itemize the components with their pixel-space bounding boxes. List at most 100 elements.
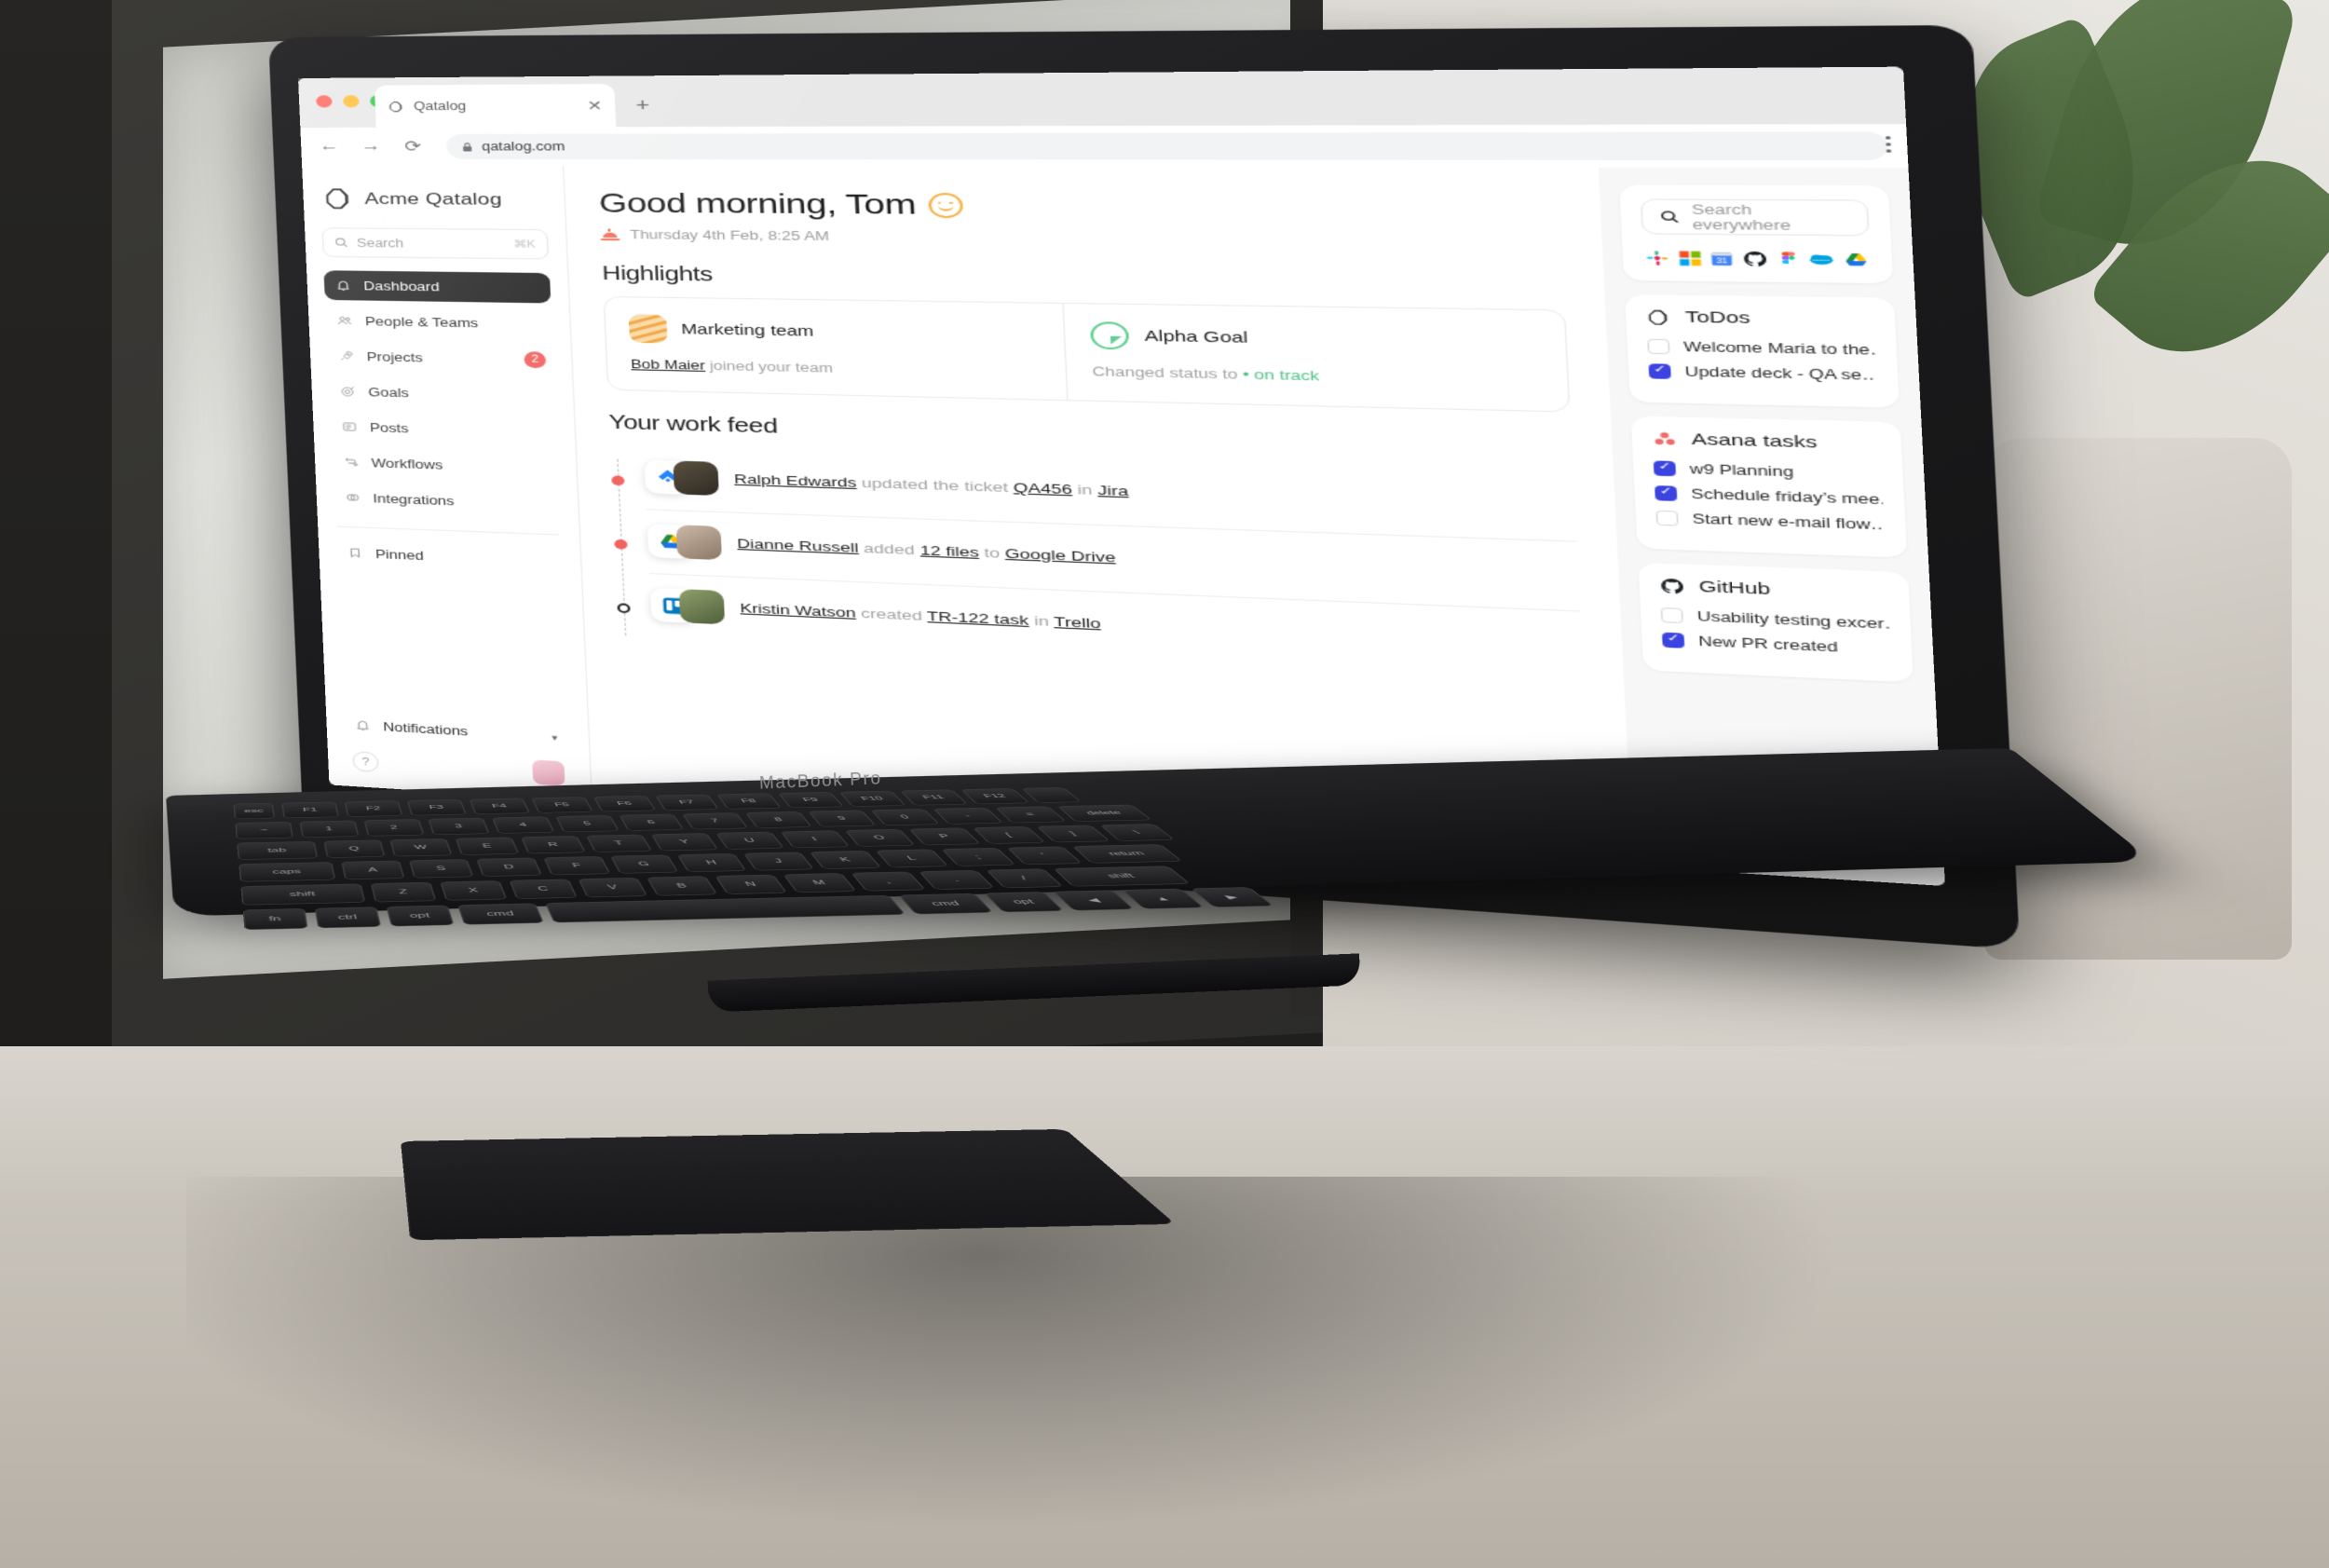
sidebar-divider [337, 526, 559, 536]
browser-tab[interactable]: Qatalog ✕ [375, 84, 617, 128]
actor-link[interactable]: Kristin Watson [740, 600, 856, 620]
sidebar-item-pinned[interactable]: Pinned [335, 538, 564, 577]
object-link[interactable]: 12 files [919, 542, 979, 560]
highlight-card-marketing-team[interactable]: Marketing team Bob Maier joined your tea… [605, 297, 1067, 400]
slack-icon[interactable] [1644, 249, 1670, 266]
highlight-action: joined your team [710, 359, 834, 375]
todo-item[interactable]: Update deck - QA se… [1649, 363, 1877, 383]
reload-button[interactable]: ⟳ [399, 137, 427, 157]
actor-link[interactable]: Bob Maier [631, 358, 706, 373]
date-text: Thursday 4th Feb, 8:25 AM [630, 228, 829, 244]
help-circle-icon[interactable]: ? [352, 751, 379, 772]
sidebar-item-label: Integrations [373, 492, 455, 508]
close-window-button[interactable] [316, 95, 333, 107]
microsoft-icon[interactable] [1677, 249, 1703, 266]
object-link[interactable]: QA456 [1013, 480, 1072, 497]
checkbox[interactable] [1661, 607, 1683, 623]
minimize-window-button[interactable] [343, 95, 360, 107]
checkbox[interactable] [1662, 633, 1684, 648]
task-item[interactable]: Start new e-mail flow… [1655, 511, 1885, 533]
place-link[interactable]: Google Drive [1004, 546, 1116, 566]
task-item[interactable]: Schedule friday’s mee… [1655, 485, 1884, 508]
projects-badge: 2 [524, 351, 546, 368]
sidebar-item-label: Posts [370, 420, 409, 435]
sidebar-item-workflows[interactable]: Workflows [332, 447, 559, 484]
brand-name: Acme Qatalog [364, 189, 502, 209]
github-item[interactable]: New PR created [1662, 633, 1891, 658]
highlight-subtext: Changed status to • on track [1092, 364, 1540, 388]
checkbox[interactable] [1654, 460, 1676, 476]
highlights-heading: Highlights [602, 263, 1565, 298]
highlight-title: Alpha Goal [1144, 328, 1248, 347]
feed-prep: to [984, 545, 1001, 561]
user-avatar [675, 525, 722, 560]
timeline-dot [611, 475, 624, 485]
checkbox[interactable] [1647, 339, 1669, 355]
tab-title: Qatalog [414, 99, 578, 113]
browser-menu-button[interactable] [1886, 136, 1891, 153]
github-icon[interactable] [1742, 250, 1768, 267]
widget-github: GitHub Usability testing excer… New PR c… [1638, 563, 1914, 683]
forward-button[interactable]: → [357, 138, 385, 156]
sidebar: Acme Qatalog Search ⌘K Dashboard People … [302, 166, 592, 801]
checkbox[interactable] [1649, 363, 1671, 379]
search-input[interactable]: Search ⌘K [321, 227, 549, 259]
feed-text: Kristin Watson created TR-122 task in Tr… [740, 598, 1101, 634]
search-icon [334, 238, 348, 248]
salesforce-icon[interactable]: salesforce [1807, 250, 1835, 268]
actor-link[interactable]: Dianne Russell [737, 536, 859, 555]
status-prefix: Changed status to [1092, 364, 1238, 382]
search-widget: Search everywhere 31 salesforce [1619, 184, 1893, 283]
highlight-title: Marketing team [681, 321, 814, 339]
close-tab-button[interactable]: ✕ [587, 99, 603, 113]
figma-icon[interactable] [1775, 250, 1801, 267]
sunrise-icon [600, 228, 620, 241]
brand[interactable]: Acme Qatalog [322, 186, 547, 211]
todo-item[interactable]: Welcome Maria to the… [1647, 339, 1875, 359]
feed-text: Dianne Russell added 12 files to Google … [737, 534, 1116, 568]
highlight-header: Marketing team [629, 314, 1040, 350]
sidebar-item-posts[interactable]: Posts [330, 412, 557, 448]
widget-asana: Asana tasks w9 Planning Schedule friday’… [1631, 416, 1908, 557]
sidebar-item-dashboard[interactable]: Dashboard [323, 270, 551, 303]
github-item[interactable]: Usability testing excer… [1661, 607, 1890, 632]
checkbox[interactable] [1655, 485, 1677, 501]
place-link[interactable]: Jira [1097, 483, 1129, 499]
sidebar-item-goals[interactable]: Goals [328, 376, 555, 412]
task-label: Start new e-mail flow… [1692, 511, 1885, 533]
search-everywhere-input[interactable]: Search everywhere [1641, 198, 1870, 236]
greeting-text: Good morning, Tom [598, 187, 917, 221]
integrations-icon [345, 491, 361, 504]
chevron-down-icon[interactable]: ▾ [543, 729, 565, 747]
sidebar-item-people-teams[interactable]: People & Teams [325, 306, 552, 339]
search-placeholder: Search [357, 236, 505, 251]
task-item[interactable]: w9 Planning [1654, 460, 1883, 482]
address-bar[interactable]: qatalog.com [446, 131, 1888, 160]
sidebar-item-notifications[interactable]: Notifications ▾ [343, 709, 571, 752]
timeline-dot [614, 539, 627, 550]
place-link[interactable]: Trello [1054, 614, 1101, 632]
github-label: New PR created [1698, 634, 1838, 655]
google-calendar-icon[interactable]: 31 [1709, 250, 1736, 267]
widget-title: Asana tasks [1691, 431, 1818, 452]
highlight-card-alpha-goal[interactable]: Alpha Goal Changed status to • on track [1062, 304, 1569, 412]
sidebar-item-projects[interactable]: Projects 2 [327, 341, 554, 375]
back-button[interactable]: ← [316, 138, 344, 155]
url-text: qatalog.com [482, 140, 565, 154]
avatar[interactable] [532, 759, 565, 785]
google-drive-icon[interactable] [1843, 251, 1870, 268]
highlight-subtext: Bob Maier joined your team [631, 358, 1041, 380]
actor-link[interactable]: Ralph Edwards [734, 471, 857, 490]
lock-icon [461, 142, 473, 152]
sidebar-item-integrations[interactable]: Integrations [333, 482, 560, 519]
object-link[interactable]: TR-122 task [927, 608, 1029, 628]
task-label: Schedule friday’s mee… [1691, 486, 1884, 508]
new-tab-button[interactable]: + [635, 95, 650, 116]
keyboard: esc F1 F2 F3 F4 F5 F6 F7 F8 F9 F10 F11 F12 ~1 2 3 4… [233, 769, 2145, 972]
svg-text:salesforce: salesforce [1813, 258, 1832, 262]
sidebar-item-label: Dashboard [363, 279, 440, 293]
rocket-icon [338, 349, 355, 362]
widget-header: Asana tasks [1652, 430, 1881, 454]
checkbox[interactable] [1655, 511, 1678, 526]
sidebar-user-row: ? [345, 749, 573, 787]
